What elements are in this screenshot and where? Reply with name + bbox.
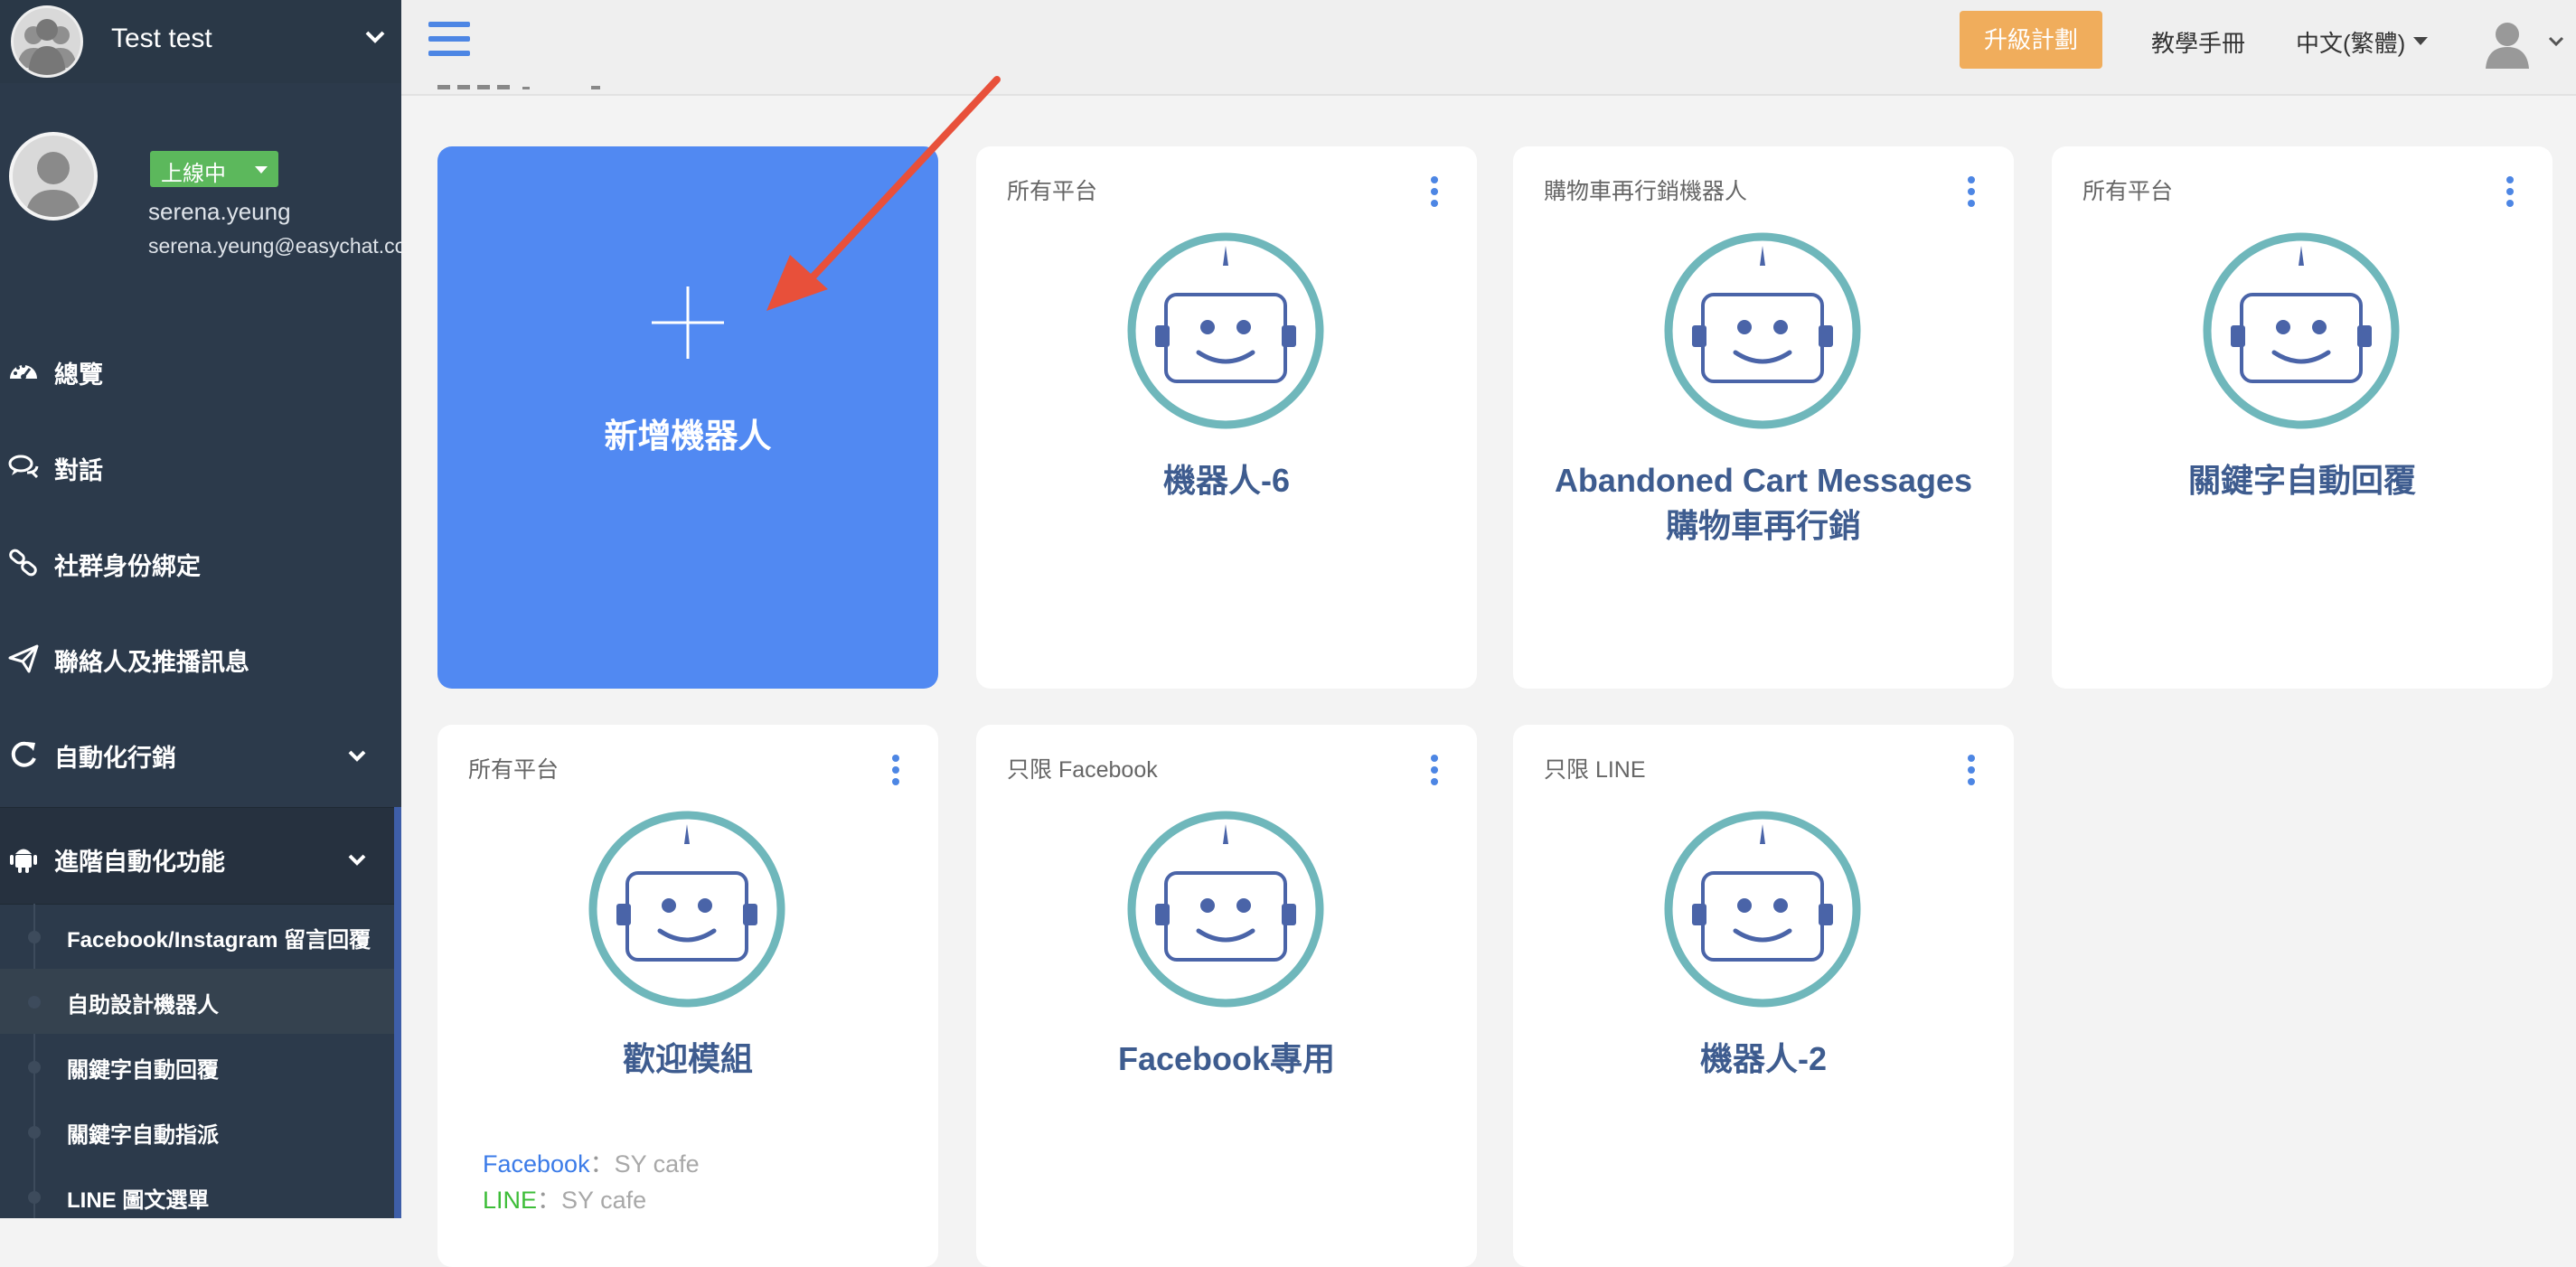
nav-label: 總覽 [54, 361, 103, 389]
user-email: serena.yeung@easychat.co [148, 234, 401, 258]
platform-label: 購物車再行銷機器人 [1544, 179, 1748, 204]
facebook-page-name: SY cafe [614, 1150, 700, 1178]
online-status-dropdown[interactable]: 上線中 [150, 151, 278, 187]
more-options-icon[interactable] [1965, 754, 1978, 786]
more-options-icon[interactable] [1965, 175, 1978, 208]
language-select[interactable]: 中文(繁體) [2296, 25, 2405, 59]
more-options-icon[interactable] [2504, 175, 2516, 208]
user-avatar[interactable] [9, 132, 98, 221]
chat-bubbles-icon [8, 455, 39, 479]
platform-label: 只限 Facebook [1007, 757, 1158, 783]
bullet-icon [28, 1061, 41, 1074]
line-label: LINE [483, 1187, 538, 1214]
bot-title: 機器人-6 [1162, 462, 1290, 499]
team-header[interactable]: Test test [0, 0, 401, 83]
profile-avatar-icon[interactable] [2484, 16, 2531, 69]
platform-label: 所有平台 [1007, 179, 1098, 204]
nav-label: 自動化行銷 [54, 745, 176, 772]
robot-icon [2200, 230, 2402, 432]
platform-label: 所有平台 [2082, 179, 2174, 204]
nav-item-overview[interactable]: 總覽 [0, 321, 401, 417]
bot-card[interactable]: 只限 LINE 機器人-2 [1513, 725, 2014, 1267]
upgrade-plan-button[interactable]: 升級計劃 [1960, 11, 2102, 69]
sub-item-label: 關鍵字自動回覆 [67, 1058, 219, 1083]
facebook-label: Facebook [483, 1150, 590, 1178]
sub-item-comment-reply[interactable]: Facebook/Instagram 留言回覆 [0, 904, 394, 969]
nav-label: 社群身份綁定 [54, 553, 201, 580]
sub-item-keyword-reply[interactable]: 關鍵字自動回覆 [0, 1034, 394, 1099]
more-options-icon[interactable] [889, 754, 902, 786]
plus-icon [652, 286, 724, 359]
hamburger-menu-icon[interactable] [428, 20, 470, 58]
bullet-icon [28, 1126, 41, 1139]
robot-icon [1661, 808, 1864, 1010]
bot-card[interactable]: 所有平台 歡迎模組 Facebook：SY cafe LINE：SY cafe [437, 725, 938, 1267]
nav-label: 進階自動化功能 [54, 849, 225, 876]
bullet-icon [28, 1191, 41, 1204]
add-bot-label: 新增機器人 [604, 418, 772, 455]
bullet-icon [28, 931, 41, 943]
more-options-icon[interactable] [1428, 175, 1441, 208]
robot-icon [1124, 230, 1327, 432]
nav-item-advanced-automation[interactable]: 進階自動化功能 [0, 807, 401, 905]
active-indicator [394, 807, 401, 1218]
bot-card[interactable]: 購物車再行銷機器人 Abandoned Cart Messages 購物車再行銷 [1513, 146, 2014, 689]
chevron-down-icon [348, 750, 366, 762]
annotation-arrow [766, 76, 1001, 311]
sub-item-line-rich-menu[interactable]: LINE 圖文選單 [0, 1164, 394, 1218]
nav-item-automation-marketing[interactable]: 自動化行銷 [0, 704, 401, 800]
sub-item-label: 關鍵字自動指派 [67, 1123, 219, 1148]
bot-card[interactable]: 只限 Facebook Facebook專用 [976, 725, 1477, 1267]
bot-card[interactable]: 所有平台 機器人-6 [976, 146, 1477, 689]
nav-item-conversations[interactable]: 對話 [0, 417, 401, 512]
bot-title: 關鍵字自動回覆 [2187, 462, 2416, 499]
line-page-name: SY cafe [561, 1187, 647, 1214]
refresh-icon [11, 741, 36, 767]
more-options-icon[interactable] [1428, 754, 1441, 786]
bot-title: 歡迎模組 [622, 1040, 753, 1077]
user-name: serena.yeung [148, 198, 291, 225]
nav-label: 聯絡人及推播訊息 [54, 649, 249, 676]
nav-item-social-binding[interactable]: 社群身份綁定 [0, 512, 401, 608]
link-icon [9, 549, 37, 577]
platform-label: 所有平台 [468, 757, 559, 783]
bot-title: Abandoned Cart Messages 購物車再行銷 [1554, 462, 1973, 544]
sub-item-label: Facebook/Instagram 留言回覆 [67, 928, 371, 953]
nav-item-contacts-broadcast[interactable]: 聯絡人及推播訊息 [0, 608, 401, 704]
separator: ： [589, 1150, 615, 1178]
top-bar: 升級計劃 教學手冊 中文(繁體) [401, 0, 2576, 96]
team-avatar [11, 5, 83, 78]
sidebar: Test test 上線中 serena.yeung serena.yeung@… [0, 0, 401, 1218]
caret-down-icon[interactable] [2413, 37, 2428, 45]
tutorial-manual-link[interactable]: 教學手冊 [2151, 25, 2245, 59]
facebook-page-row: Facebook：SY cafe [483, 1144, 700, 1179]
line-page-row: LINE：SY cafe [483, 1180, 646, 1215]
robot-icon [1124, 808, 1327, 1010]
sub-item-label: LINE 圖文選單 [67, 1188, 210, 1213]
sub-item-label: 自助設計機器人 [67, 993, 219, 1018]
robot-icon [586, 808, 788, 1010]
android-icon [10, 849, 37, 873]
dashboard-icon [10, 364, 37, 380]
sub-item-keyword-assign[interactable]: 關鍵字自動指派 [0, 1099, 394, 1164]
chevron-down-icon [348, 854, 366, 866]
scrolled-heading-remnant [437, 85, 600, 89]
platform-label: 只限 LINE [1544, 757, 1646, 783]
bot-card[interactable]: 所有平台 關鍵字自動回覆 [2052, 146, 2552, 689]
sub-item-bot-builder[interactable]: 自助設計機器人 [0, 969, 394, 1034]
caret-down-icon [255, 166, 268, 174]
team-name: Test test [111, 23, 212, 53]
chevron-down-icon[interactable] [2545, 30, 2567, 52]
bullet-icon [28, 996, 41, 1009]
separator: ： [537, 1187, 562, 1214]
chevron-down-icon[interactable] [362, 23, 389, 51]
paper-plane-icon [8, 644, 39, 673]
robot-icon [1661, 230, 1864, 432]
status-label: 上線中 [161, 162, 226, 186]
bot-title: Facebook專用 [1117, 1040, 1336, 1077]
bot-title: 機器人-2 [1699, 1040, 1827, 1077]
nav-label: 對話 [54, 457, 103, 484]
